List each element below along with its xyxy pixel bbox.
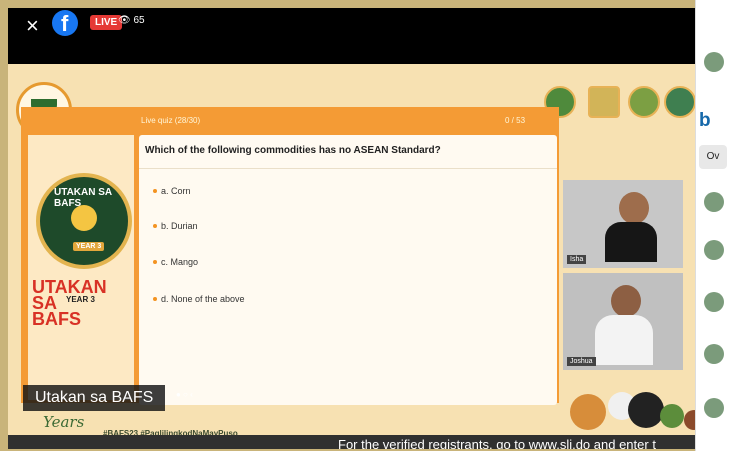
sidebar-avatar[interactable] (704, 240, 724, 260)
carousel-controls[interactable]: ● ○ ‹ (176, 390, 193, 399)
sidebar-tab[interactable]: Ov (699, 145, 727, 169)
live-top-bar: × f LIVE 👁 65 (8, 8, 696, 64)
participant-video: Isha (563, 180, 683, 268)
participant-video: Joshua (563, 273, 683, 370)
viewer-count: 👁 65 (118, 15, 145, 26)
sidebar-brand: b (699, 110, 711, 131)
agency-logo (588, 86, 620, 118)
quiz-header: Live quiz (28/30) (141, 116, 201, 125)
participant-name: Joshua (567, 357, 596, 366)
quiz-brand-panel: UTAKAN SA BAFS YEAR 3 UTAKAN SA BAFS YEAR… (28, 135, 134, 400)
person-body (595, 315, 653, 365)
utakan-badge: UTAKAN SA BAFS YEAR 3 (36, 173, 132, 269)
right-sidebar: b Ov (695, 0, 731, 451)
person-avatar (611, 285, 641, 317)
badge-text: UTAKAN SA BAFS (54, 187, 112, 209)
quiz-panel: Live quiz (28/30) 0 / 53 UTAKAN SA BAFS … (21, 107, 559, 405)
person-body (605, 222, 657, 262)
stream-frame: × f LIVE 👁 65 Live quiz (28/30) 0 / 53 U… (8, 8, 696, 449)
facebook-logo: f (52, 10, 78, 36)
bullet-icon (153, 297, 157, 301)
participant-name: Isha (567, 255, 587, 264)
bulb-icon (71, 205, 97, 231)
sidebar-avatar[interactable] (704, 398, 724, 418)
quiz-question: Which of the following commodities has n… (145, 145, 441, 156)
bullet-icon (153, 224, 157, 228)
brand-year: YEAR 3 (66, 295, 95, 304)
quiz-progress: 0 / 53 (505, 116, 526, 125)
quiz-option[interactable]: b. Durian (153, 221, 198, 231)
stream-title-overlay: Utakan sa BAFS (23, 385, 166, 411)
sidebar-avatar[interactable] (704, 52, 724, 72)
quiz-question-card: Which of the following commodities has n… (139, 135, 557, 405)
quiz-option[interactable]: a. Corn (153, 186, 191, 196)
sidebar-avatar[interactable] (704, 344, 724, 364)
divider (139, 168, 557, 169)
bullet-icon (153, 189, 157, 193)
sidebar-avatar[interactable] (704, 292, 724, 312)
year-badge: YEAR 3 (73, 242, 105, 251)
ticker-text: For the verified registrants, go to www.… (338, 437, 656, 449)
person-avatar (619, 192, 649, 224)
years-logo: Years (43, 413, 85, 431)
sidebar-avatar[interactable] (704, 192, 724, 212)
farm-illustration (570, 392, 696, 430)
agency-logo (628, 86, 660, 118)
quiz-option[interactable]: d. None of the above (153, 294, 245, 304)
agency-logo (664, 86, 696, 118)
quiz-option[interactable]: c. Mango (153, 257, 198, 267)
close-icon[interactable]: × (26, 15, 39, 37)
bullet-icon (153, 260, 157, 264)
